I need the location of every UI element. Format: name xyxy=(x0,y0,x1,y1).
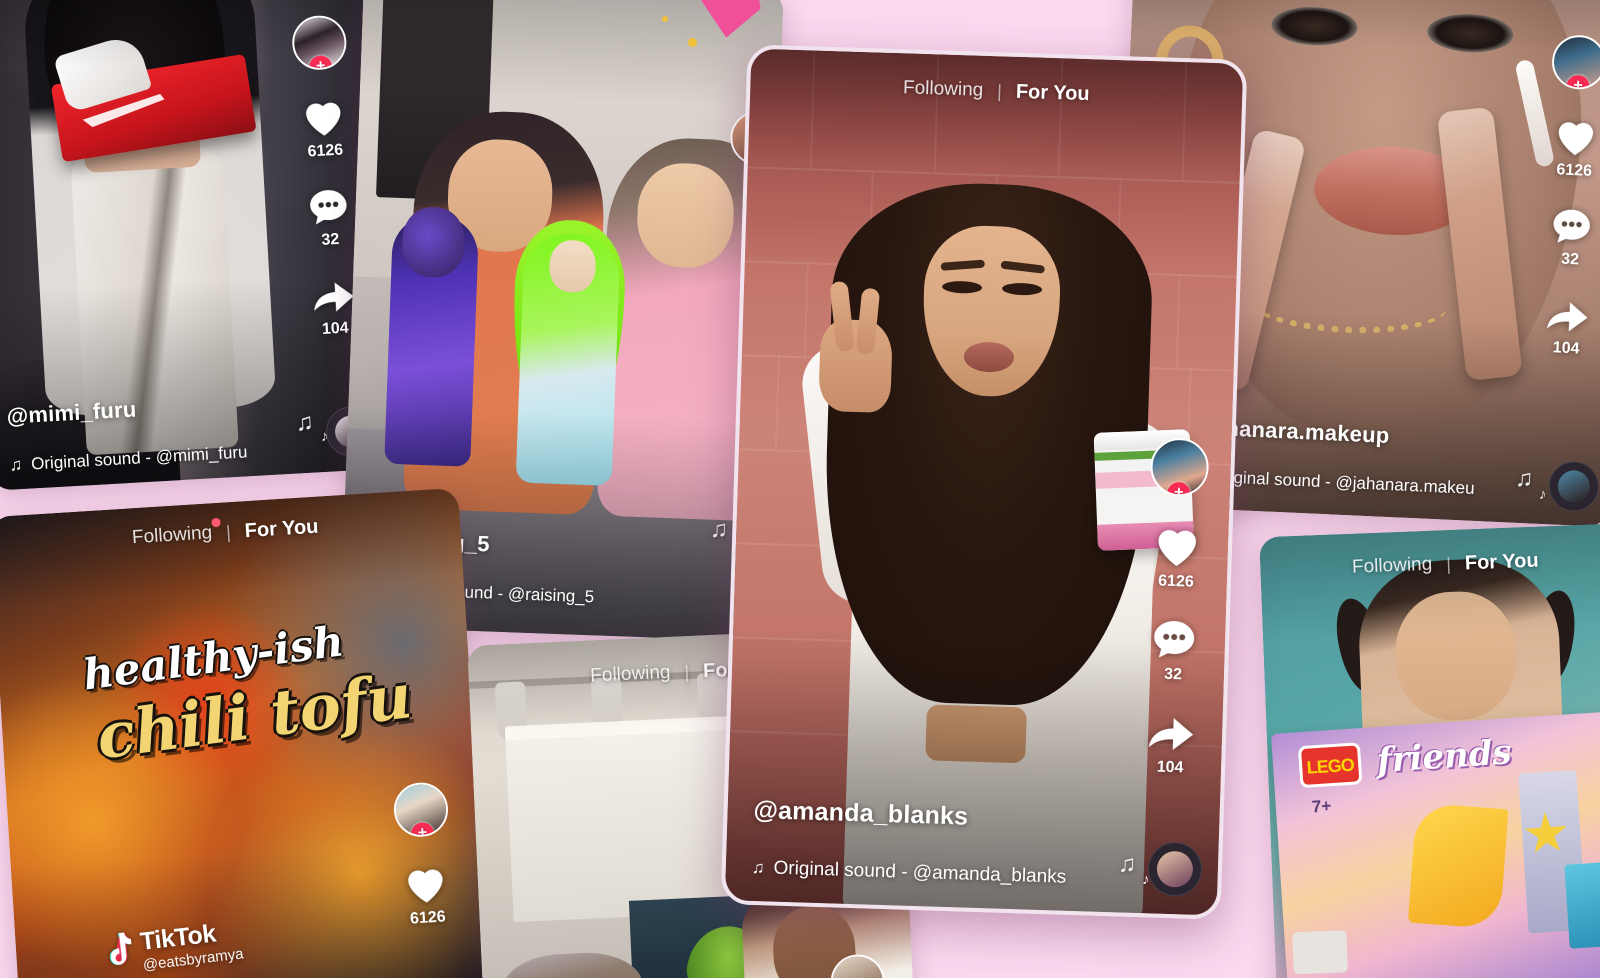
like-button[interactable]: 6126 xyxy=(401,861,451,929)
avatar[interactable]: + xyxy=(1550,34,1600,91)
video-card-eatsbyramya[interactable]: Following | For You healthy-ish chili to… xyxy=(0,487,490,978)
avatar[interactable]: + xyxy=(829,953,886,978)
music-note-icon: ♫ ♪ xyxy=(294,408,329,446)
share-count: 104 xyxy=(321,319,350,339)
tiktok-logo-icon xyxy=(96,930,135,978)
music-note-icon: ♫ xyxy=(751,857,765,878)
video-card-mimi-furu[interactable]: + 6126 32 104 ♫ ♪ @mimi_furu ♫ Original … xyxy=(0,0,391,491)
share-count: 104 xyxy=(1552,339,1580,358)
heart-icon xyxy=(1151,521,1202,569)
like-count: 6126 xyxy=(1157,572,1195,591)
tab-for-you[interactable]: For You xyxy=(1016,80,1090,105)
tab-following[interactable]: Following xyxy=(1352,554,1433,579)
comment-count: 32 xyxy=(320,230,340,249)
collage-canvas: + 6126 32 104 ♫ ♪ @mimi_furu ♫ Original … xyxy=(0,0,1600,978)
heart-icon xyxy=(401,861,450,906)
comment-count: 32 xyxy=(1163,665,1183,684)
share-button[interactable]: 104 xyxy=(1542,294,1593,359)
like-button[interactable]: 6126 xyxy=(1551,114,1600,181)
comment-icon xyxy=(305,185,351,227)
share-button[interactable]: 104 xyxy=(1144,709,1198,778)
music-note-icon: ♫ xyxy=(8,454,23,475)
tab-following[interactable]: Following xyxy=(131,517,221,549)
music-note-icon: ♫ ♪ xyxy=(1514,464,1547,504)
action-rail: + 6126 xyxy=(382,780,465,929)
caption-block: @amanda_blanks ♫ Original sound - @amand… xyxy=(751,796,1127,891)
video-card-lego-friends[interactable]: LEGO friends 7+ Following | For You xyxy=(1259,523,1600,978)
new-activity-dot xyxy=(211,517,221,528)
like-button[interactable]: 6126 xyxy=(1151,521,1203,592)
comment-count: 32 xyxy=(1560,250,1580,269)
avatar[interactable]: + xyxy=(392,781,450,839)
confetti-dot xyxy=(662,16,668,22)
tab-for-you[interactable]: For You xyxy=(1464,549,1539,575)
like-count: 6126 xyxy=(1556,161,1593,180)
tab-following[interactable]: Following xyxy=(590,662,671,688)
tab-following[interactable]: Following xyxy=(903,77,984,102)
tab-separator: | xyxy=(996,80,1003,101)
confetti-dot xyxy=(688,38,697,47)
share-icon xyxy=(1145,709,1198,755)
comment-button[interactable]: 32 xyxy=(305,185,352,250)
like-count: 6126 xyxy=(307,141,344,161)
avatar[interactable]: + xyxy=(290,14,348,72)
like-count: 6126 xyxy=(409,908,447,928)
tab-for-you[interactable]: For You xyxy=(244,515,319,543)
video-card-amanda-blanks[interactable]: Following | For You + 6126 32 104 ♫ ♪ @a… xyxy=(720,44,1248,920)
share-icon xyxy=(1543,294,1593,336)
share-count: 104 xyxy=(1156,758,1184,777)
heart-icon xyxy=(1552,114,1600,158)
avatar[interactable]: + xyxy=(1149,437,1210,498)
comment-button[interactable]: 32 xyxy=(1548,205,1595,270)
feed-tabs: Following | For You xyxy=(1259,523,1600,605)
heart-icon xyxy=(299,94,347,139)
caption-block: ahanara.makeup Original sound - @jahanar… xyxy=(1210,415,1513,501)
comment-button[interactable]: 32 xyxy=(1149,616,1199,684)
like-button[interactable]: 6126 xyxy=(299,94,349,161)
tab-separator: | xyxy=(684,661,690,682)
action-rail: + 6126 32 104 xyxy=(1133,437,1218,778)
comment-icon xyxy=(1549,205,1595,247)
tab-separator: | xyxy=(1445,553,1452,574)
action-rail: + xyxy=(820,953,896,978)
comment-icon xyxy=(1149,616,1198,661)
tab-separator: | xyxy=(225,521,232,542)
